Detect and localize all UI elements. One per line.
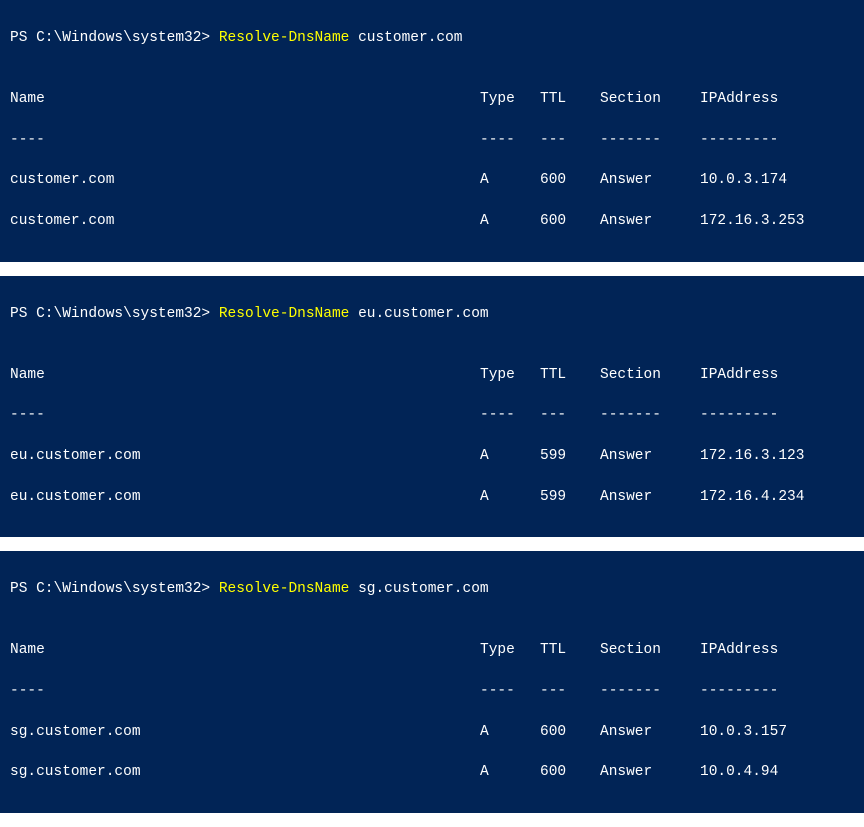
command-line: PS C:\Windows\system32> Resolve-DnsName … <box>10 304 854 324</box>
cell-ttl: 600 <box>540 170 600 190</box>
table-row: customer.comA600Answer10.0.3.174 <box>10 170 854 190</box>
cell-ip: 172.16.3.123 <box>700 446 830 466</box>
cell-type: A <box>480 762 540 782</box>
cell-name: sg.customer.com <box>10 722 480 742</box>
table-separator-row: --------------------------- <box>10 130 854 150</box>
command-line: PS C:\Windows\system32> Resolve-DnsName … <box>10 579 854 599</box>
cmd-argument: eu.customer.com <box>358 306 489 322</box>
cell-section: Answer <box>600 446 700 466</box>
table-separator-row: --------------------------- <box>10 681 854 701</box>
header-ttl: TTL <box>540 89 600 109</box>
cell-type: A <box>480 170 540 190</box>
header-section: Section <box>600 89 700 109</box>
cell-section: Answer <box>600 762 700 782</box>
cell-name: eu.customer.com <box>10 446 480 466</box>
cell-ip: 10.0.4.94 <box>700 762 830 782</box>
cell-type: A <box>480 446 540 466</box>
header-ttl: TTL <box>540 365 600 385</box>
header-type: Type <box>480 89 540 109</box>
cell-section: Answer <box>600 170 700 190</box>
table-separator-row: --------------------------- <box>10 405 854 425</box>
powershell-output-block: PS C:\Windows\system32> Resolve-DnsName … <box>0 276 864 538</box>
cell-name: customer.com <box>10 170 480 190</box>
cmd-argument: customer.com <box>358 30 462 46</box>
header-ttl: TTL <box>540 640 600 660</box>
header-type: Type <box>480 640 540 660</box>
cmd-argument: sg.customer.com <box>358 581 489 597</box>
table-row: eu.customer.comA599Answer172.16.3.123 <box>10 446 854 466</box>
cmdlet-name: Resolve-DnsName <box>219 30 350 46</box>
header-ip: IPAddress <box>700 640 830 660</box>
cell-name: sg.customer.com <box>10 762 480 782</box>
cmdlet-name: Resolve-DnsName <box>219 306 350 322</box>
table-header-row: NameTypeTTLSectionIPAddress <box>10 640 854 660</box>
cell-section: Answer <box>600 722 700 742</box>
cell-ip: 172.16.3.253 <box>700 211 830 231</box>
cell-ttl: 599 <box>540 446 600 466</box>
table-row: sg.customer.comA600Answer10.0.3.157 <box>10 722 854 742</box>
ps-prompt: PS C:\Windows\system32> <box>10 581 219 597</box>
header-name: Name <box>10 365 480 385</box>
cell-ttl: 600 <box>540 762 600 782</box>
header-section: Section <box>600 640 700 660</box>
header-name: Name <box>10 89 480 109</box>
powershell-output-block: PS C:\Windows\system32> Resolve-DnsName … <box>0 551 864 813</box>
table-row: customer.comA600Answer172.16.3.253 <box>10 211 854 231</box>
command-line: PS C:\Windows\system32> Resolve-DnsName … <box>10 28 854 48</box>
header-ip: IPAddress <box>700 89 830 109</box>
cell-ttl: 600 <box>540 722 600 742</box>
cmdlet-name: Resolve-DnsName <box>219 581 350 597</box>
cell-ttl: 600 <box>540 211 600 231</box>
cell-type: A <box>480 211 540 231</box>
ps-prompt: PS C:\Windows\system32> <box>10 306 219 322</box>
cell-ip: 10.0.3.174 <box>700 170 830 190</box>
table-header-row: NameTypeTTLSectionIPAddress <box>10 89 854 109</box>
header-section: Section <box>600 365 700 385</box>
header-ip: IPAddress <box>700 365 830 385</box>
header-name: Name <box>10 640 480 660</box>
header-type: Type <box>480 365 540 385</box>
powershell-output-block: PS C:\Windows\system32> Resolve-DnsName … <box>0 0 864 262</box>
cell-type: A <box>480 722 540 742</box>
table-row: sg.customer.comA600Answer10.0.4.94 <box>10 762 854 782</box>
cell-section: Answer <box>600 211 700 231</box>
cell-ip: 10.0.3.157 <box>700 722 830 742</box>
ps-prompt: PS C:\Windows\system32> <box>10 30 219 46</box>
cell-name: customer.com <box>10 211 480 231</box>
table-header-row: NameTypeTTLSectionIPAddress <box>10 365 854 385</box>
